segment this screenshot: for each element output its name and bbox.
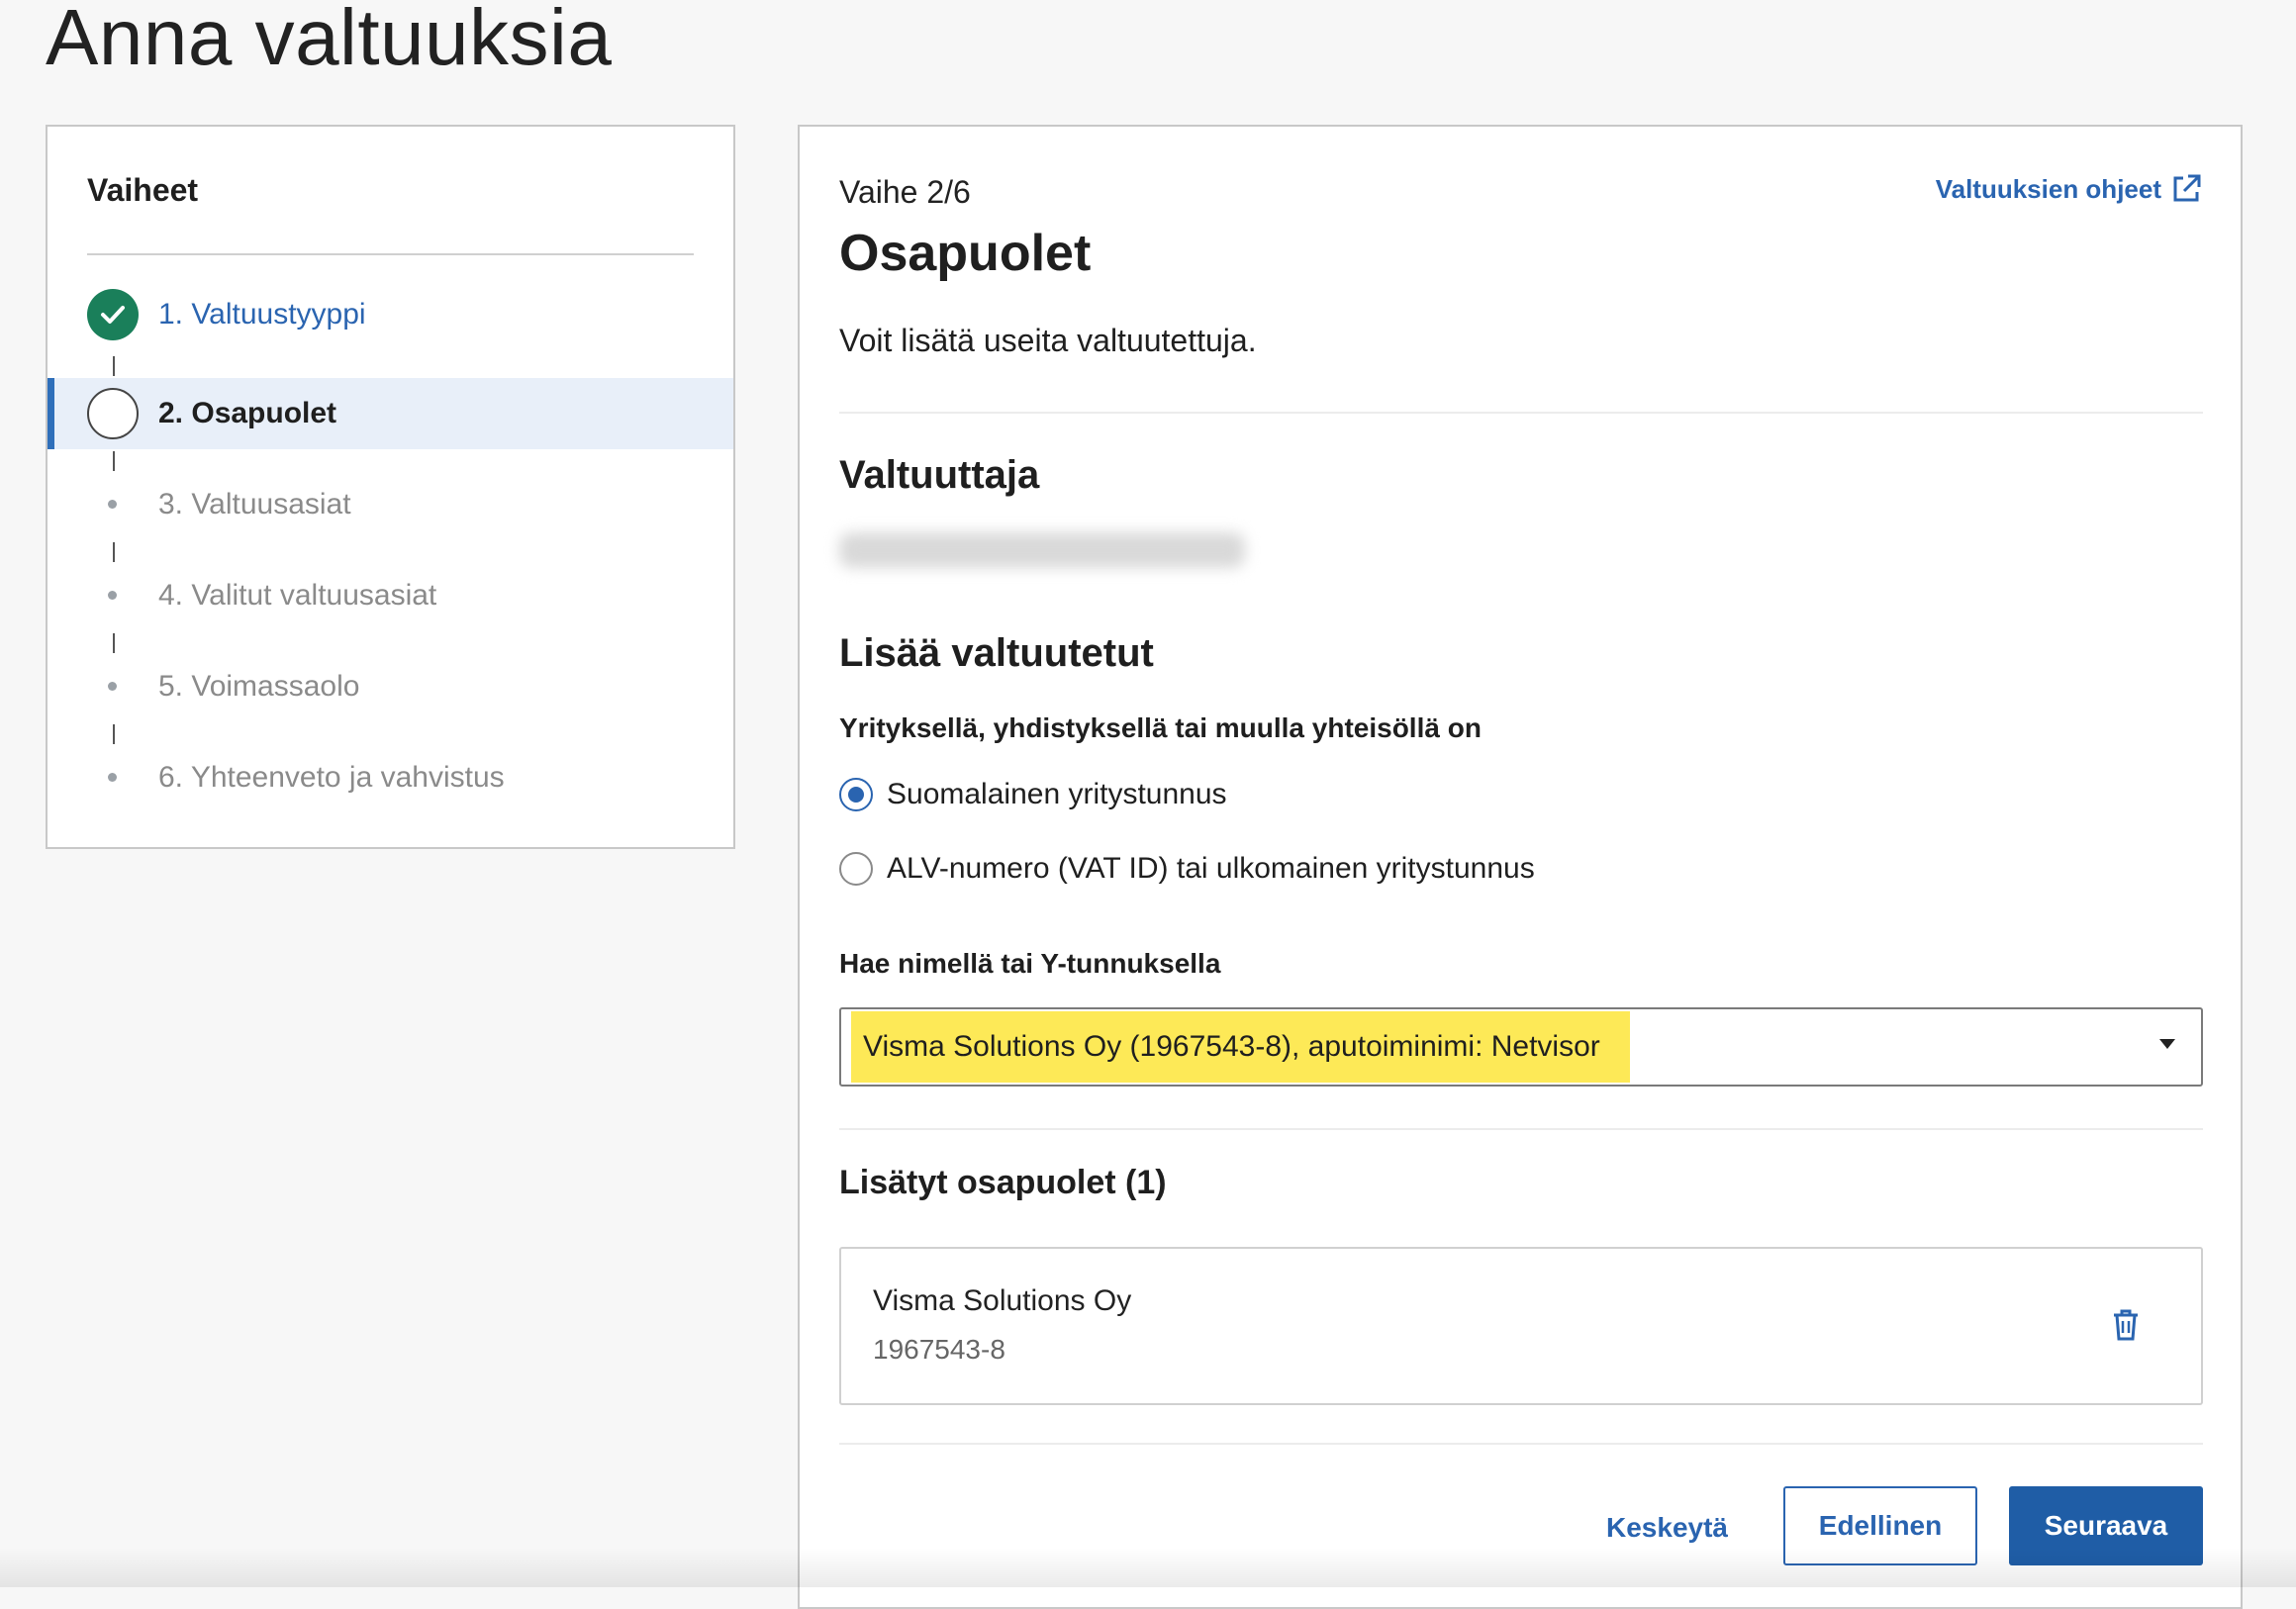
divider [839, 1443, 2203, 1445]
party-name: Visma Solutions Oy [873, 1284, 1132, 1317]
next-button[interactable]: Seuraava [2009, 1486, 2203, 1565]
step-6: 6. Yhteenveto ja vahvistus [48, 742, 733, 813]
trash-icon[interactable] [2112, 1308, 2140, 1342]
previous-button[interactable]: Edellinen [1783, 1486, 1977, 1565]
step-2[interactable]: 2. Osapuolet [48, 378, 733, 449]
radio-button[interactable] [839, 852, 873, 886]
current-step-circle-icon [87, 388, 139, 439]
grantor-heading: Valtuuttaja [839, 453, 1040, 497]
step-label: 6. Yhteenveto ja vahvistus [158, 761, 505, 794]
step-connector [113, 542, 115, 562]
pending-step-dot-icon [108, 682, 117, 691]
grantor-info-redacted [839, 532, 1245, 568]
pending-step-dot-icon [108, 591, 117, 600]
radio-finnish-business-id[interactable]: Suomalainen yritystunnus [839, 778, 1227, 811]
added-heading: Lisätyt osapuolet (1) [839, 1164, 1167, 1201]
cancel-button[interactable]: Keskeytä [1606, 1512, 1728, 1544]
search-value: Visma Solutions Oy (1967543-8), aputoimi… [851, 1011, 1630, 1083]
check-icon [87, 289, 139, 340]
step-connector [113, 724, 115, 744]
section-title: Osapuolet [839, 225, 1092, 282]
pending-step-dot-icon [108, 773, 117, 782]
main-panel: Vaihe 2/6 Valtuuksien ohjeet Osapuolet V… [798, 125, 2243, 1609]
step-4: 4. Valitut valtuusasiat [48, 560, 733, 631]
intro-text: Voit lisätä useita valtuutettuja. [839, 323, 1257, 358]
step-1[interactable]: 1. Valtuustyyppi [48, 279, 733, 350]
step-label: 5. Voimassaolo [158, 670, 360, 703]
step-label: 2. Osapuolet [158, 397, 337, 429]
step-label: 3. Valtuusasiat [158, 488, 351, 521]
help-link-label: Valtuuksien ohjeet [1935, 173, 2161, 204]
search-label: Hae nimellä tai Y-tunnuksella [839, 948, 1221, 979]
step-5: 5. Voimassaolo [48, 651, 733, 722]
step-label: 4. Valitut valtuusasiat [158, 579, 437, 612]
add-heading: Lisää valtuutetut [839, 631, 1154, 675]
radio-label: Suomalainen yritystunnus [887, 778, 1227, 810]
radio-button[interactable] [839, 778, 873, 811]
pending-step-dot-icon [108, 500, 117, 509]
steps-divider [87, 253, 694, 255]
step-counter: Vaihe 2/6 [839, 174, 971, 210]
steps-title: Vaiheet [87, 172, 199, 208]
radio-label: ALV-numero (VAT ID) tai ulkomainen yrity… [887, 852, 1535, 885]
entity-question-label: Yrityksellä, yhdistyksellä tai muulla yh… [839, 712, 1482, 743]
step-connector [113, 356, 115, 376]
search-combobox[interactable]: Visma Solutions Oy (1967543-8), aputoimi… [839, 1007, 2203, 1087]
step-3: 3. Valtuusasiat [48, 469, 733, 540]
radio-vat-id[interactable]: ALV-numero (VAT ID) tai ulkomainen yrity… [839, 852, 1535, 886]
party-business-id: 1967543-8 [873, 1334, 1005, 1365]
step-label: 1. Valtuustyyppi [158, 298, 366, 331]
steps-panel: Vaiheet 1. Valtuustyyppi 2. Osapuolet 3.… [46, 125, 735, 849]
chevron-down-icon [2159, 1039, 2175, 1049]
external-link-icon [2173, 174, 2201, 202]
step-connector [113, 633, 115, 653]
added-party-card: Visma Solutions Oy 1967543-8 [839, 1247, 2203, 1405]
page-title: Anna valtuuksia [46, 0, 613, 81]
divider [839, 412, 2203, 414]
help-link[interactable]: Valtuuksien ohjeet [1936, 172, 2203, 206]
step-connector [113, 451, 115, 471]
divider [839, 1128, 2203, 1130]
